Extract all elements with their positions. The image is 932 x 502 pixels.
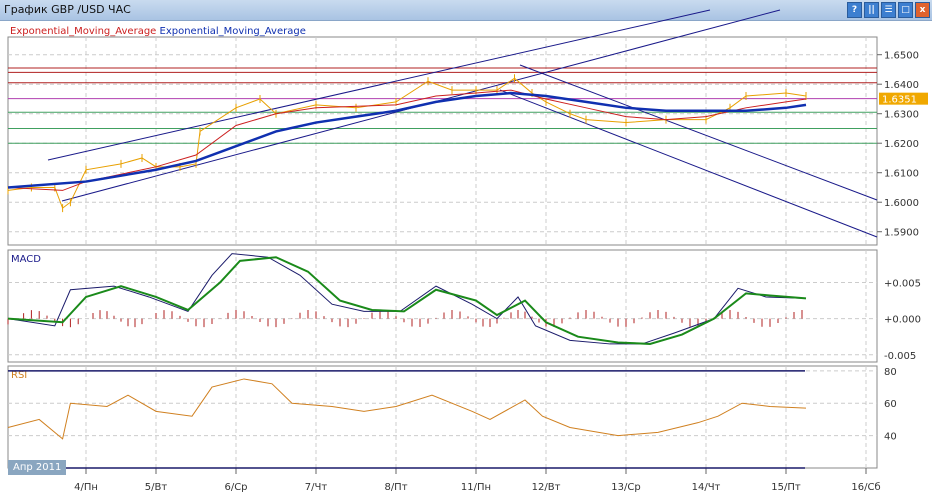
x-tick-label: 11/Пн [461,482,491,493]
x-tick-label: 16/Сб [851,482,880,493]
x-tick-label: 7/Чт [305,482,328,493]
y-tick-label: +0.000 [884,315,921,326]
y-tick-label: 1.5900 [884,228,919,239]
panel-frame-1 [7,249,878,363]
rsi-title: RSI [11,370,27,381]
y-tick-label: 1.6200 [884,139,919,150]
x-tick-label: 6/Ср [224,482,247,493]
y-tick-label: 1.6100 [884,169,919,180]
y-tick-label: 1.6300 [884,110,919,121]
y-tick-label: 1.6000 [884,198,919,209]
y-tick-label: 60 [884,399,897,410]
y-tick-label: +0.005 [884,279,921,290]
macd-title: MACD [11,254,41,265]
x-tick-label: 4/Пн [74,482,98,493]
legend: Exponential_Moving_Average Exponential_M… [10,26,306,37]
x-tick-label: 15/Пт [771,482,801,493]
month-label: Апр 2011 [8,460,67,475]
legend-ema-blue: Exponential_Moving_Average [159,26,306,37]
y-tick-label: -0.005 [884,351,916,362]
x-tick-label: 14/Чт [692,482,721,493]
x-tick-label: 12/Вт [532,482,561,493]
y-tick-label: 1.6400 [884,80,919,91]
x-tick-label: 8/Пт [384,482,407,493]
x-tick-label: 13/Ср [611,482,640,493]
chart-area[interactable]: 4/Пн 5/Вт 6/Ср 7/Чт 8/Пт 11/Пн 12/Вт 13/Ср 14/Чт… [0,0,932,502]
y-tick-label: 80 [884,367,897,378]
y-tick-label: 1.6500 [884,51,919,62]
y-tick-label: 40 [884,432,897,443]
current-price-label: 1.6351 [882,95,917,106]
x-tick-label: 5/Вт [145,482,168,493]
legend-ema-red: Exponential_Moving_Average [10,26,157,37]
panel-frame-2 [7,365,878,469]
